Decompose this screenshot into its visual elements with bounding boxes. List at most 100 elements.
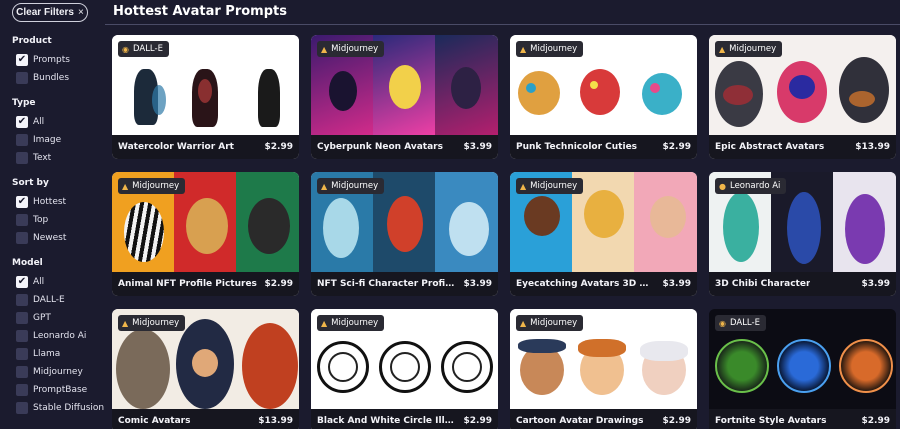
sailboat-icon: ▲ bbox=[321, 318, 328, 328]
filter-option-bundles[interactable]: Bundles bbox=[16, 71, 69, 85]
sailboat-icon: ▲ bbox=[520, 318, 527, 328]
filter-sidebar: Clear Filters × Product Prompts Bundles … bbox=[0, 0, 105, 429]
checkbox-icon[interactable] bbox=[16, 384, 28, 396]
filter-option-label: DALL-E bbox=[33, 295, 65, 305]
sailboat-icon: ▲ bbox=[719, 44, 726, 54]
model-badge-label: Midjourney bbox=[530, 44, 578, 54]
filter-option-label: Hottest bbox=[33, 197, 67, 207]
card-footer: NFT Sci-fi Character Profiles $3.99 bbox=[311, 272, 498, 296]
checkbox-checked-icon[interactable] bbox=[16, 116, 28, 128]
filter-option-label: GPT bbox=[33, 313, 51, 323]
prompt-card[interactable]: ▲Midjourney Eyecatching Avatars 3D Moder… bbox=[510, 172, 697, 296]
sort-option-hottest[interactable]: Hottest bbox=[16, 195, 66, 209]
prompt-card[interactable]: ▲ Midjourney Cyberpunk Neon Avatars $3.99 bbox=[311, 35, 498, 159]
card-footer: Epic Abstract Avatars $13.99 bbox=[709, 135, 896, 159]
filter-option-label: Midjourney bbox=[33, 367, 83, 377]
model-badge: ◉ DALL-E bbox=[118, 41, 169, 57]
card-footer: Comic Avatars $13.99 bbox=[112, 409, 299, 429]
card-footer: Eyecatching Avatars 3D Modern Mod... $3.9… bbox=[510, 272, 697, 296]
filter-option-label: Prompts bbox=[33, 55, 70, 65]
prompt-card[interactable]: ▲ Midjourney Cartoon Avatar Drawings $2.99 bbox=[510, 309, 697, 429]
sort-option-newest[interactable]: Newest bbox=[16, 231, 66, 245]
sailboat-icon: ▲ bbox=[520, 181, 527, 191]
card-title: Cartoon Avatar Drawings bbox=[516, 416, 644, 426]
model-option-midjourney[interactable]: Midjourney bbox=[16, 365, 83, 379]
model-badge: ▲ Midjourney bbox=[516, 178, 584, 194]
checkbox-icon[interactable] bbox=[16, 134, 28, 146]
filter-option-all-type[interactable]: All bbox=[16, 115, 44, 129]
prompt-card[interactable]: ▲ Midjourney Comic Avatars $13.99 bbox=[112, 309, 299, 429]
prompt-card[interactable]: ◉ DALL-E Fortnite Style Avatars $2.99 bbox=[709, 309, 896, 429]
model-badge-label: Midjourney bbox=[331, 181, 379, 191]
checkbox-icon[interactable] bbox=[16, 152, 28, 164]
checkbox-icon[interactable] bbox=[16, 330, 28, 342]
card-price: $2.99 bbox=[662, 416, 691, 426]
checkbox-icon[interactable] bbox=[16, 312, 28, 324]
filter-group-sort-title: Sort by bbox=[12, 178, 49, 188]
prompt-card[interactable]: ◉ DALL-E Watercolor Warrior Art $2.99 bbox=[112, 35, 299, 159]
model-option-promptbase[interactable]: PromptBase bbox=[16, 383, 87, 397]
filter-group-type-title: Type bbox=[12, 98, 36, 108]
model-badge-label: Midjourney bbox=[132, 181, 180, 191]
card-footer: Black And White Circle Illustrations $2.9… bbox=[311, 409, 498, 429]
filter-option-label: Newest bbox=[33, 233, 67, 243]
card-footer: 3D Chibi Character $3.99 bbox=[709, 272, 896, 296]
checkbox-icon[interactable] bbox=[16, 72, 28, 84]
prompt-card[interactable]: ▲ Midjourney NFT Sci-fi Character Profile… bbox=[311, 172, 498, 296]
card-footer: Fortnite Style Avatars $2.99 bbox=[709, 409, 896, 429]
filter-option-image[interactable]: Image bbox=[16, 133, 61, 147]
model-badge-label: Midjourney bbox=[331, 44, 379, 54]
card-title: Punk Technicolor Cuties bbox=[516, 142, 638, 152]
filter-option-prompts[interactable]: Prompts bbox=[16, 53, 70, 67]
model-badge-label: Midjourney bbox=[132, 318, 180, 328]
model-badge: ▲ Midjourney bbox=[317, 315, 385, 331]
model-option-dalle[interactable]: DALL-E bbox=[16, 293, 65, 307]
filter-option-label: Top bbox=[33, 215, 49, 225]
model-option-llama[interactable]: Llama bbox=[16, 347, 60, 361]
card-price: $2.99 bbox=[264, 279, 293, 289]
sailboat-icon: ▲ bbox=[122, 318, 129, 328]
leonardo-icon: ● bbox=[719, 181, 726, 191]
checkbox-checked-icon[interactable] bbox=[16, 276, 28, 288]
prompt-card[interactable]: ● Leonardo Ai 3D Chibi Character $3.99 bbox=[709, 172, 896, 296]
filter-option-label: PromptBase bbox=[33, 385, 88, 395]
model-option-all[interactable]: All bbox=[16, 275, 44, 289]
card-title: NFT Sci-fi Character Profiles bbox=[317, 279, 457, 289]
checkbox-icon[interactable] bbox=[16, 214, 28, 226]
prompt-card[interactable]: ▲ Midjourney Epic Abstract Avatars $13.99 bbox=[709, 35, 896, 159]
checkbox-icon[interactable] bbox=[16, 294, 28, 306]
model-badge: ● Leonardo Ai bbox=[715, 178, 787, 194]
clear-filters-label: Clear Filters bbox=[16, 7, 74, 18]
model-badge: ▲ Midjourney bbox=[516, 315, 584, 331]
clear-filters-button[interactable]: Clear Filters × bbox=[12, 3, 88, 22]
model-option-stable-diffusion[interactable]: Stable Diffusion bbox=[16, 401, 104, 415]
card-footer: Cyberpunk Neon Avatars $3.99 bbox=[311, 135, 498, 159]
checkbox-icon[interactable] bbox=[16, 366, 28, 378]
card-price: $3.99 bbox=[463, 279, 492, 289]
model-option-gpt[interactable]: GPT bbox=[16, 311, 51, 325]
checkbox-checked-icon[interactable] bbox=[16, 54, 28, 66]
checkbox-icon[interactable] bbox=[16, 348, 28, 360]
filter-option-label: Bundles bbox=[33, 73, 70, 83]
sailboat-icon: ▲ bbox=[122, 181, 129, 191]
prompt-card[interactable]: ▲ Midjourney Animal NFT Profile Pictures $… bbox=[112, 172, 299, 296]
prompt-card[interactable]: ▲ Midjourney Black And White Circle Illus… bbox=[311, 309, 498, 429]
card-title: 3D Chibi Character bbox=[715, 279, 811, 289]
card-footer: Animal NFT Profile Pictures $2.99 bbox=[112, 272, 299, 296]
checkbox-icon[interactable] bbox=[16, 232, 28, 244]
model-option-leonardo[interactable]: Leonardo Ai bbox=[16, 329, 86, 343]
checkbox-icon[interactable] bbox=[16, 402, 28, 414]
filter-option-label: Image bbox=[33, 135, 62, 145]
prompt-card[interactable]: ▲ Midjourney Punk Technicolor Cuties $2.99 bbox=[510, 35, 697, 159]
filter-option-text[interactable]: Text bbox=[16, 151, 51, 165]
sailboat-icon: ▲ bbox=[321, 181, 328, 191]
filter-option-label: All bbox=[33, 277, 45, 287]
sort-option-top[interactable]: Top bbox=[16, 213, 48, 227]
card-title: Cyberpunk Neon Avatars bbox=[317, 142, 443, 152]
card-price: $2.99 bbox=[662, 142, 691, 152]
model-badge: ▲ Midjourney bbox=[118, 178, 186, 194]
checkbox-checked-icon[interactable] bbox=[16, 196, 28, 208]
filter-option-label: Stable Diffusion bbox=[33, 403, 105, 413]
card-price: $13.99 bbox=[258, 416, 293, 426]
card-footer: Cartoon Avatar Drawings $2.99 bbox=[510, 409, 697, 429]
